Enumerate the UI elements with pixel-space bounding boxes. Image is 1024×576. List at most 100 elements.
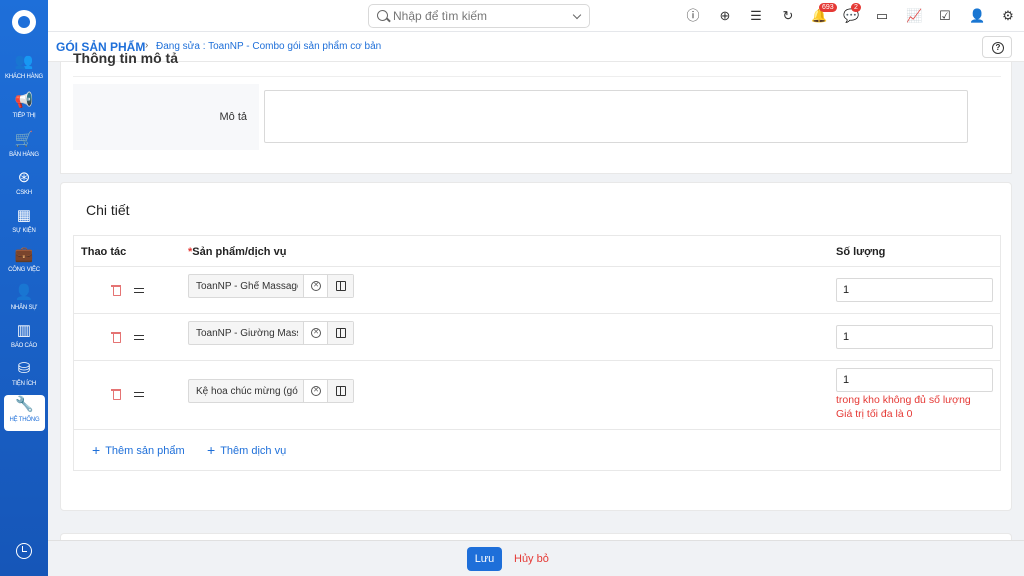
add-circle-icon[interactable]: ⊕	[717, 8, 733, 24]
sidebar-item-label: NHÂN SỰ	[10, 305, 38, 311]
sidebar-item-events[interactable]: ▦ SỰ KIỆN	[3, 206, 45, 242]
package-icon	[336, 281, 346, 291]
support-icon: ⊛	[17, 169, 31, 186]
drag-handle-icon[interactable]	[134, 335, 144, 340]
sidebar-item-label: CSKH	[16, 190, 32, 196]
sidebar-item-label: SỰ KIỆN	[12, 228, 36, 234]
bell-icon[interactable]: 🔔 693	[811, 3, 837, 24]
help-button[interactable]: ?	[982, 36, 1012, 58]
product-select[interactable]: Kệ hoa chúc mừng (gói) ✕	[188, 379, 354, 403]
alert-icon[interactable]: ⓘ	[685, 8, 701, 24]
box-icon: ⛁	[17, 360, 31, 377]
column-header-product-label: Sản phẩm/dịch vụ	[192, 246, 287, 258]
sidebar-item-label: CÔNG VIỆC	[8, 267, 40, 273]
quantity-input[interactable]	[836, 278, 993, 302]
detail-table: Thao tác *Sản phẩm/dịch vụ Số lượng Toan…	[73, 235, 1001, 471]
sidebar-item-label: TIẾP THỊ	[12, 113, 36, 119]
description-section-title: Thông tin mô tả	[73, 50, 178, 66]
users-icon: 👥	[14, 53, 34, 70]
clear-icon: ✕	[311, 328, 321, 338]
trash-icon[interactable]	[111, 331, 121, 343]
search-icon	[377, 10, 388, 21]
add-service-link[interactable]: + Thêm dịch vụ	[207, 442, 286, 458]
sidebar-item-system[interactable]: 🔧 HỆ THỐNG	[4, 395, 45, 431]
briefcase-icon: 💼	[14, 246, 34, 263]
column-header-action: Thao tác	[81, 246, 127, 258]
chevron-down-icon[interactable]	[572, 10, 582, 20]
sidebar-item-cskh[interactable]: ⊛ CSKH	[3, 168, 45, 204]
add-product-label: Thêm sản phẩm	[105, 445, 185, 457]
product-select[interactable]: ToanNP - Ghế Massage ✕	[188, 274, 354, 298]
error-message: trong kho không đủ số lượng	[836, 394, 971, 406]
package-button[interactable]	[327, 380, 353, 402]
clear-button[interactable]: ✕	[303, 380, 327, 402]
sidebar: 👥 KHÁCH HÀNG 📢 TIẾP THỊ 🛒 BÁN HÀNG ⊛ CSK…	[0, 0, 48, 576]
search-box[interactable]	[368, 4, 590, 28]
divider	[74, 313, 1000, 314]
clear-button[interactable]: ✕	[303, 322, 327, 344]
list-icon[interactable]: ☰	[748, 8, 764, 24]
plus-icon: +	[92, 442, 101, 458]
cancel-button[interactable]: Hủy bỏ	[510, 547, 553, 571]
cart-icon: 🛒	[14, 131, 34, 148]
sidebar-item-reports[interactable]: ▥ BÁO CÁO	[3, 321, 45, 357]
person-icon: 👤	[14, 284, 34, 301]
sidebar-item-sales[interactable]: 🛒 BÁN HÀNG	[3, 130, 45, 166]
checkbox-icon[interactable]: ☑	[937, 8, 953, 24]
refresh-icon[interactable]: ↻	[780, 8, 796, 24]
detail-section-title: Chi tiết	[86, 202, 130, 218]
megaphone-icon: 📢	[14, 92, 34, 109]
column-header-quantity: Số lượng	[836, 246, 886, 258]
notification-badge: 693	[819, 3, 837, 12]
description-textarea[interactable]	[264, 90, 968, 143]
chat-icon[interactable]: 💬 2	[843, 3, 861, 24]
quantity-input[interactable]	[836, 368, 993, 392]
calendar-icon: ▦	[16, 207, 32, 224]
sidebar-item-hr[interactable]: 👤 NHÂN SỰ	[3, 283, 45, 319]
package-button[interactable]	[327, 275, 353, 297]
message-badge: 2	[851, 3, 861, 12]
error-message: Giá trị tối đa là 0	[836, 408, 913, 420]
drag-handle-icon[interactable]	[134, 392, 144, 397]
calendar-icon[interactable]: ▭	[874, 8, 890, 24]
quantity-input[interactable]	[836, 325, 993, 349]
divider	[73, 76, 1001, 77]
product-select-value: ToanNP - Ghế Massage	[196, 281, 298, 292]
trash-icon[interactable]	[111, 284, 121, 296]
logo[interactable]	[12, 10, 36, 34]
divider	[74, 266, 1000, 267]
description-label: Mô tả	[219, 111, 247, 123]
package-icon	[336, 386, 346, 396]
sidebar-item-customers[interactable]: 👥 KHÁCH HÀNG	[3, 52, 45, 88]
clear-button[interactable]: ✕	[303, 275, 327, 297]
product-select[interactable]: ToanNP - Giường Massage ✕	[188, 321, 354, 345]
sidebar-item-tasks[interactable]: 💼 CÔNG VIỆC	[3, 245, 45, 281]
save-button[interactable]: Lưu	[467, 547, 502, 571]
sidebar-item-label: HỆ THỐNG	[9, 417, 40, 423]
divider	[74, 429, 1000, 430]
trash-icon[interactable]	[111, 388, 121, 400]
sidebar-item-label: KHÁCH HÀNG	[4, 74, 43, 80]
chart-icon[interactable]: 📈	[906, 8, 922, 24]
sidebar-item-label: BÁO CÁO	[11, 343, 37, 349]
add-service-label: Thêm dịch vụ	[220, 445, 287, 457]
description-card: Thông tin mô tả Mô tả	[60, 50, 1012, 174]
help-icon: ?	[992, 42, 1004, 54]
add-product-link[interactable]: + Thêm sản phẩm	[92, 442, 185, 458]
report-icon: ▥	[16, 322, 32, 339]
wrench-icon: 🔧	[15, 396, 34, 413]
breadcrumb: GÓI SẢN PHẨM › Đang sửa : ToanNP - Combo…	[48, 32, 1024, 62]
sidebar-item-marketing[interactable]: 📢 TIẾP THỊ	[3, 91, 45, 127]
product-select-value: Kệ hoa chúc mừng (gói)	[196, 386, 298, 397]
sidebar-item-utilities[interactable]: ⛁ TIỆN ÍCH	[3, 359, 45, 395]
detail-card: Chi tiết Thao tác *Sản phẩm/dịch vụ Số l…	[60, 182, 1012, 511]
sidebar-item-label: BÁN HÀNG	[9, 152, 39, 158]
product-select-value: ToanNP - Giường Massage	[196, 328, 298, 339]
user-icon[interactable]: 👤	[969, 8, 985, 24]
search-input[interactable]	[393, 8, 563, 24]
clock-icon[interactable]	[16, 543, 32, 559]
column-header-product: *Sản phẩm/dịch vụ	[188, 246, 286, 258]
drag-handle-icon[interactable]	[134, 288, 144, 293]
settings-icon[interactable]: ⚙	[1000, 8, 1016, 24]
package-button[interactable]	[327, 322, 353, 344]
